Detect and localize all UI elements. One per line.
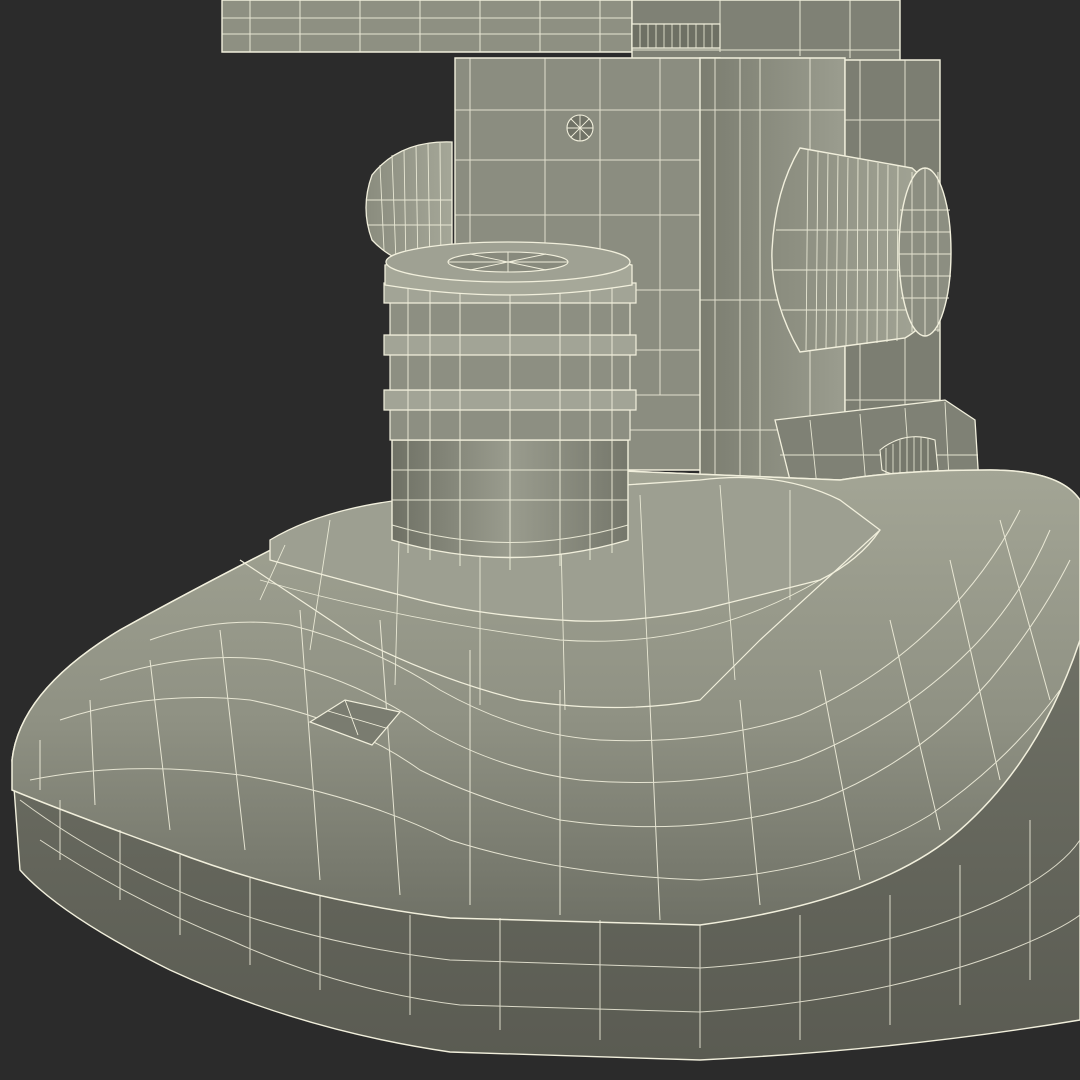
stage-block	[221, 0, 901, 63]
column-cap	[384, 241, 633, 296]
right-focus-knob	[771, 147, 952, 353]
illuminator-column	[383, 241, 637, 570]
wireframe-render	[0, 0, 1080, 1080]
pillar-screw	[566, 114, 594, 142]
column-ridges	[383, 282, 637, 441]
stage-fine-knob	[631, 23, 721, 49]
wireframe-canvas	[11, 0, 1080, 1061]
